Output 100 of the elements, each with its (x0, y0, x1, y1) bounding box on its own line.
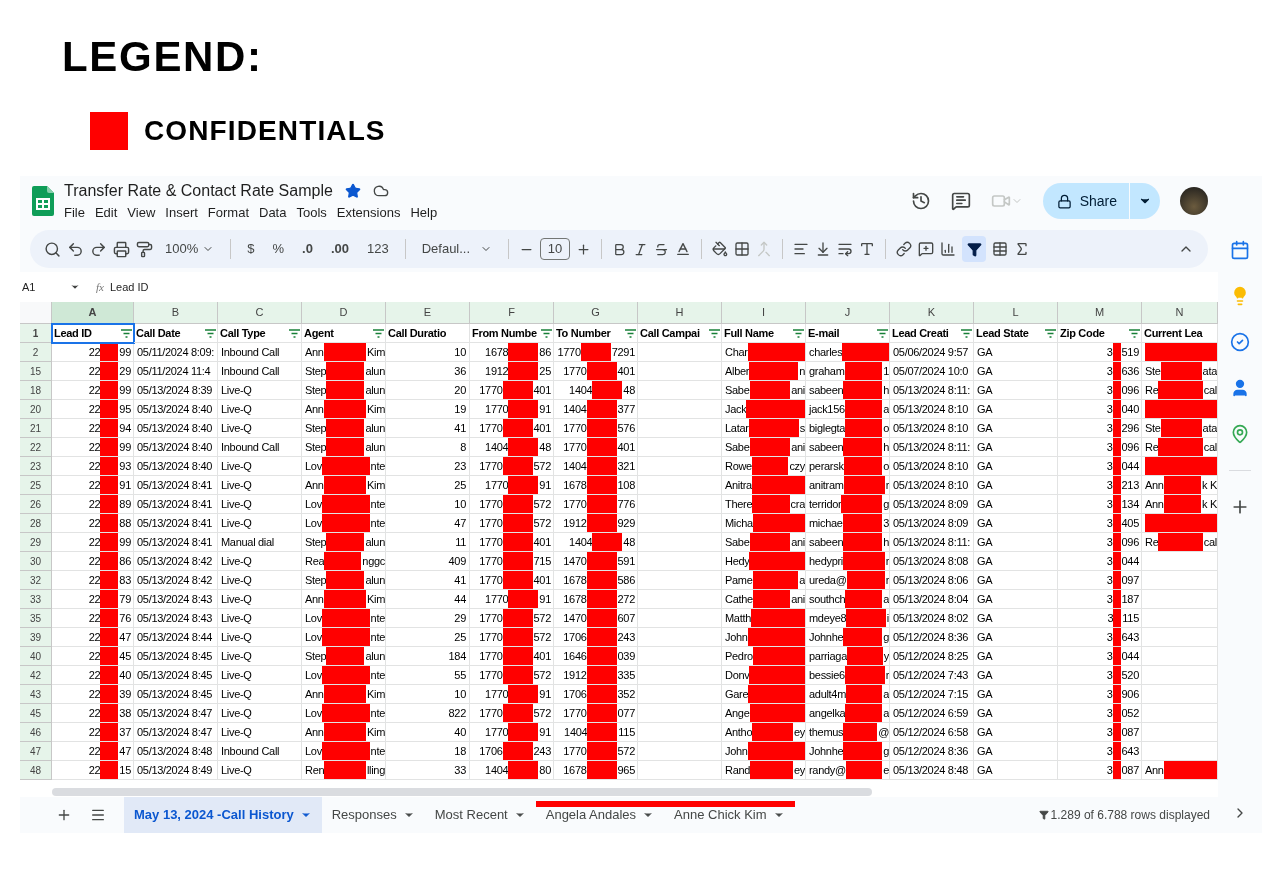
column-header[interactable]: D (302, 302, 386, 324)
filter-icon[interactable] (121, 328, 132, 338)
document-title[interactable]: Transfer Rate & Contact Rate Sample (64, 179, 333, 204)
star-icon[interactable] (344, 183, 361, 200)
align-icon[interactable] (793, 241, 810, 257)
menu-item[interactable]: Edit (90, 203, 122, 223)
column-header[interactable]: A (52, 302, 134, 324)
wrap-icon[interactable] (837, 241, 854, 257)
sheets-logo[interactable] (32, 186, 54, 216)
comment-icon[interactable] (950, 191, 971, 211)
search-icon[interactable] (44, 240, 61, 258)
print-icon[interactable] (113, 240, 130, 258)
column-header[interactable]: J (806, 302, 890, 324)
filter-icon[interactable] (1045, 328, 1056, 338)
redo-icon[interactable] (90, 240, 107, 258)
row-number[interactable]: 39 (20, 628, 52, 647)
row-number[interactable]: 32 (20, 571, 52, 590)
italic-icon[interactable] (633, 241, 649, 257)
text-color-icon[interactable] (675, 241, 692, 257)
zoom-dropdown[interactable]: 100% (159, 239, 221, 259)
column-header[interactable]: E (386, 302, 470, 324)
history-icon[interactable] (910, 191, 931, 211)
row-number[interactable]: 47 (20, 742, 52, 761)
sheet-tab[interactable]: Anne Chick Kim (664, 797, 795, 833)
sheet-tab[interactable]: Responses (321, 797, 425, 833)
map-pin-icon[interactable] (1230, 424, 1250, 444)
filter-icon[interactable] (877, 328, 888, 338)
column-header[interactable]: F (470, 302, 554, 324)
menu-item[interactable]: Tools (292, 203, 331, 223)
strikethrough-icon[interactable] (654, 241, 670, 257)
row-number[interactable]: 42 (20, 666, 52, 685)
increase-decimals-button[interactable]: .00 (324, 236, 355, 262)
menu-item[interactable]: Extensions (332, 203, 405, 223)
percent-button[interactable]: % (266, 236, 291, 262)
filter-icon[interactable] (793, 328, 804, 338)
all-sheets-icon[interactable] (90, 807, 106, 823)
row-number[interactable]: 1 (20, 324, 52, 343)
filter-icon[interactable] (541, 328, 552, 338)
row-number[interactable]: 48 (20, 761, 52, 780)
currency-button[interactable]: $ (241, 236, 261, 262)
row-number[interactable]: 22 (20, 438, 52, 457)
link-icon[interactable] (896, 241, 913, 257)
row-number[interactable]: 18 (20, 381, 52, 400)
menu-item[interactable]: Format (203, 203, 253, 223)
column-header[interactable]: N (1142, 302, 1218, 324)
row-number[interactable]: 46 (20, 723, 52, 742)
number-format-button[interactable]: 123 (360, 236, 395, 262)
sheet-tab[interactable]: May 13, 2024 -Call History (124, 797, 322, 833)
row-number[interactable]: 33 (20, 590, 52, 609)
horizontal-scrollbar[interactable] (52, 788, 872, 796)
increase-font-size-icon[interactable] (576, 241, 592, 257)
table-icon[interactable] (992, 241, 1009, 257)
filter-icon[interactable] (961, 328, 972, 338)
fill-color-icon[interactable] (712, 241, 729, 257)
sheet-tab[interactable]: Most Recent (424, 797, 536, 833)
filter-icon[interactable] (625, 328, 636, 338)
add-comment-icon[interactable] (918, 241, 935, 257)
row-number[interactable]: 21 (20, 419, 52, 438)
filter-button[interactable] (962, 236, 987, 262)
formula-field[interactable]: Lead ID (109, 278, 149, 296)
add-sheet-icon[interactable] (56, 807, 72, 823)
check-icon[interactable] (1230, 332, 1250, 352)
menu-item[interactable]: Help (406, 203, 442, 223)
row-number[interactable]: 30 (20, 552, 52, 571)
sheet-tab[interactable]: Angela Andales (535, 797, 665, 833)
column-header[interactable]: K (890, 302, 974, 324)
filter-icon[interactable] (289, 328, 300, 338)
paint-format-icon[interactable] (136, 240, 153, 258)
font-size-field[interactable]: 10 (540, 238, 571, 260)
column-header[interactable]: I (722, 302, 806, 324)
filter-icon[interactable] (709, 328, 720, 338)
avatar[interactable] (1180, 187, 1208, 215)
column-header[interactable]: G (554, 302, 638, 324)
row-number[interactable]: 23 (20, 457, 52, 476)
column-header[interactable]: H (638, 302, 722, 324)
rotate-text-icon[interactable] (859, 241, 876, 257)
column-header[interactable]: M (1058, 302, 1142, 324)
row-number[interactable]: 28 (20, 514, 52, 533)
borders-icon[interactable] (734, 241, 751, 257)
row-number[interactable]: 26 (20, 495, 52, 514)
row-number[interactable]: 25 (20, 476, 52, 495)
menu-item[interactable]: View (123, 203, 160, 223)
menu-item[interactable]: Insert (161, 203, 202, 223)
decrease-decimals-button[interactable]: .0 (296, 236, 319, 262)
row-number[interactable]: 29 (20, 533, 52, 552)
menu-item[interactable]: File (60, 203, 89, 223)
caret-icon[interactable] (70, 282, 80, 292)
row-number[interactable]: 20 (20, 400, 52, 419)
column-header[interactable]: L (974, 302, 1058, 324)
filter-icon[interactable] (373, 328, 384, 338)
column-header[interactable]: B (134, 302, 218, 324)
undo-icon[interactable] (67, 240, 84, 258)
row-number[interactable]: 2 (20, 343, 52, 362)
filter-icon[interactable] (1129, 328, 1140, 338)
name-box[interactable]: A1 (20, 278, 70, 296)
row-number[interactable]: 15 (20, 362, 52, 381)
row-number[interactable]: 43 (20, 685, 52, 704)
row-number[interactable]: 45 (20, 704, 52, 723)
row-number[interactable]: 40 (20, 647, 52, 666)
font-dropdown[interactable]: Defaul... (415, 239, 499, 259)
